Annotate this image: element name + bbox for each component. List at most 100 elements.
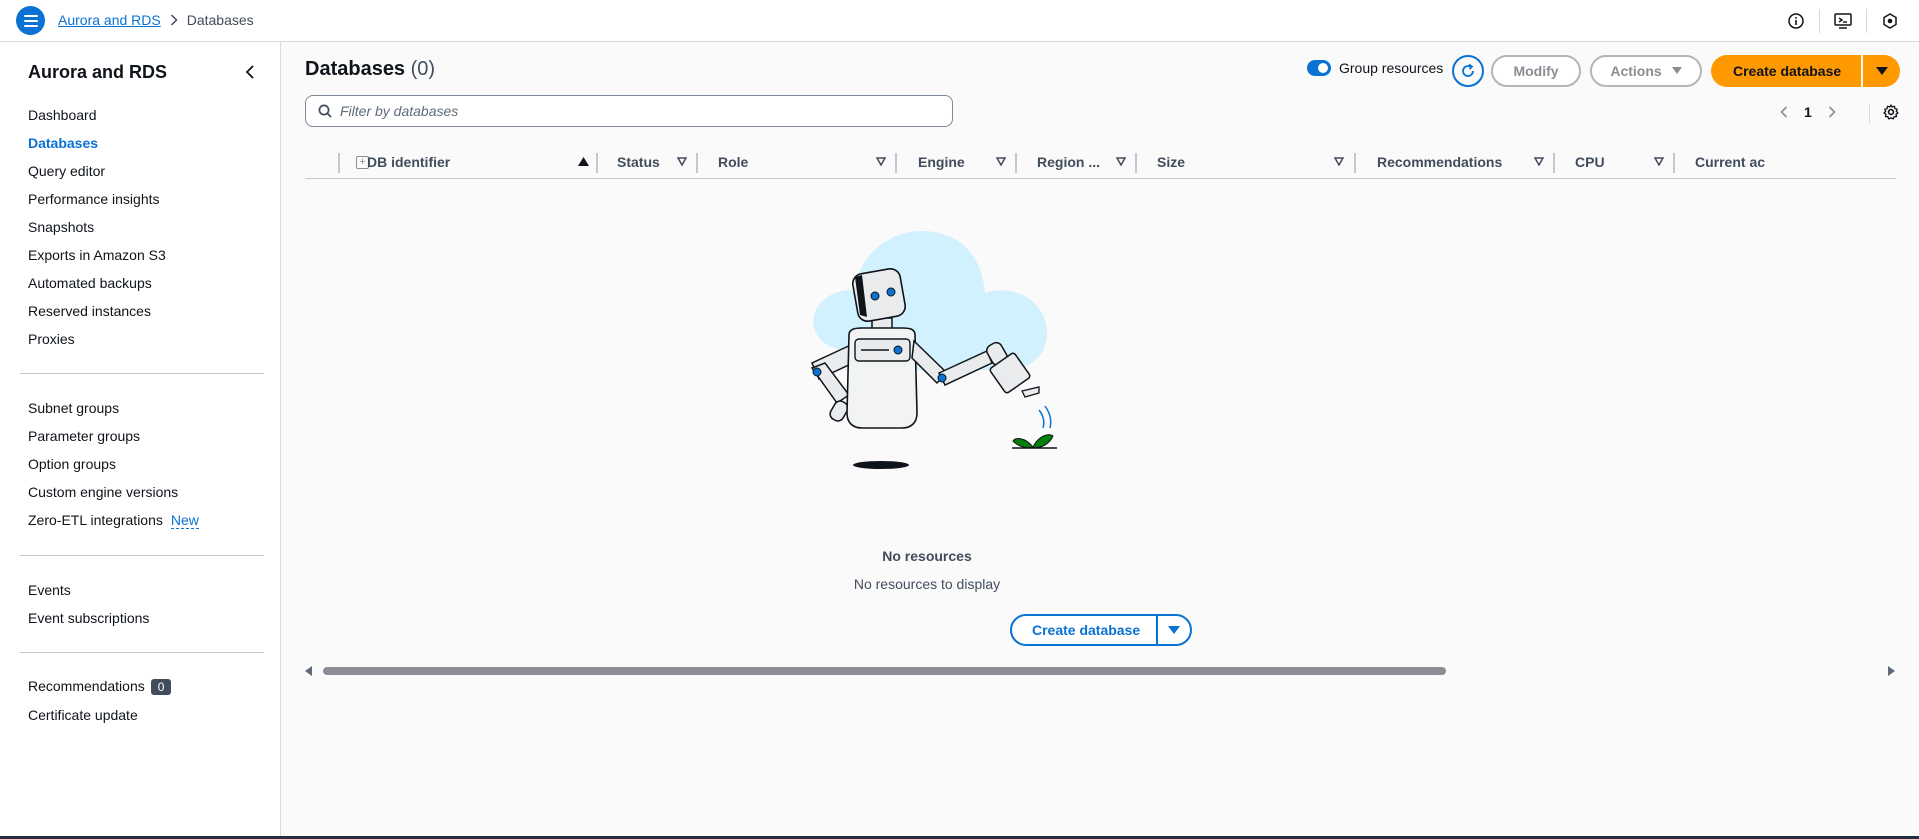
side-navigation: Aurora and RDS Dashboard Databases Query… (0, 42, 281, 839)
sidebar-divider (20, 555, 264, 556)
sidebar-item-databases[interactable]: Databases (28, 135, 98, 151)
caret-down-icon (1671, 67, 1682, 74)
scroll-left-icon[interactable] (305, 666, 313, 676)
sidebar-item-custom-engine-versions[interactable]: Custom engine versions (28, 484, 178, 500)
hamburger-menu-button[interactable] (16, 6, 45, 35)
chevron-right-icon (170, 14, 178, 26)
column-region[interactable]: Region ... (1037, 145, 1107, 179)
group-resources-toggle[interactable]: Group resources (1307, 60, 1443, 76)
search-icon (318, 104, 332, 118)
sort-icon[interactable] (1334, 157, 1344, 166)
column-divider (1553, 153, 1555, 173)
gear-icon (1883, 104, 1899, 120)
horizontal-scrollbar[interactable] (305, 664, 1896, 678)
table-header: + DB identifier Status Role Engine Regio… (305, 145, 1896, 179)
sidebar-title[interactable]: Aurora and RDS (28, 62, 167, 83)
column-divider (596, 153, 598, 173)
scrollbar-thumb[interactable] (323, 667, 1446, 675)
empty-state-title: No resources (882, 548, 972, 564)
breadcrumb-current: Databases (186, 12, 254, 28)
new-badge[interactable]: New (170, 512, 199, 529)
sidebar-item-label: Recommendations (28, 678, 145, 694)
refresh-button[interactable] (1452, 55, 1484, 87)
filter-databases-input[interactable] (340, 103, 900, 119)
settings-hex-icon[interactable] (1879, 10, 1901, 32)
column-size[interactable]: Size (1157, 145, 1307, 179)
column-divider (1354, 153, 1356, 173)
filter-box (305, 95, 953, 127)
sidebar-item-recommendations[interactable]: Recommendations 0 (28, 678, 172, 695)
sort-icon[interactable] (677, 157, 687, 166)
caret-down-icon (1168, 625, 1181, 634)
sidebar-item-option-groups[interactable]: Option groups (28, 456, 116, 472)
sort-icon[interactable] (1654, 157, 1664, 166)
chevron-right-icon (1828, 106, 1836, 118)
sidebar-item-dashboard[interactable]: Dashboard (28, 107, 97, 123)
divider (1819, 9, 1820, 33)
toggle-switch[interactable] (1307, 60, 1331, 76)
robot-watering-plant-illustration (810, 231, 1057, 469)
column-divider (1135, 153, 1137, 173)
sidebar-item-events[interactable]: Events (28, 582, 71, 598)
top-utility-icons (1785, 0, 1919, 42)
column-cpu[interactable]: CPU (1575, 145, 1645, 179)
sidebar-item-automated-backups[interactable]: Automated backups (28, 275, 152, 291)
empty-create-database-button[interactable]: Create database (1012, 616, 1159, 644)
sort-icon[interactable] (1534, 157, 1544, 166)
column-divider (1673, 153, 1675, 173)
page-title-text: Databases (305, 58, 406, 80)
sidebar-item-performance-insights[interactable]: Performance insights (28, 191, 160, 207)
sidebar-item-subnet-groups[interactable]: Subnet groups (28, 400, 119, 416)
column-engine[interactable]: Engine (918, 145, 988, 179)
sort-icon[interactable] (996, 157, 1006, 166)
refresh-icon (1462, 63, 1474, 77)
breadcrumb-root-link[interactable]: Aurora and RDS (58, 12, 161, 28)
feedback-screen-icon[interactable] (1832, 10, 1854, 32)
top-navigation: Aurora and RDS Databases (0, 0, 1919, 42)
create-database-dropdown[interactable] (1863, 55, 1901, 87)
sidebar-item-event-subscriptions[interactable]: Event subscriptions (28, 610, 149, 626)
next-page-button[interactable] (1820, 100, 1844, 124)
column-recommendations[interactable]: Recommendations (1377, 145, 1527, 179)
sort-ascending-icon[interactable] (578, 157, 589, 166)
sidebar-item-proxies[interactable]: Proxies (28, 331, 75, 347)
previous-page-button[interactable] (1772, 100, 1796, 124)
table-preferences-button[interactable] (1880, 101, 1902, 123)
count-badge: 0 (150, 679, 172, 695)
column-db-identifier[interactable]: DB identifier (367, 145, 567, 179)
main-content: Databases (0) Group resources Modify Act… (282, 43, 1919, 839)
scroll-right-icon[interactable] (1888, 666, 1896, 676)
collapse-sidebar-button[interactable] (240, 62, 260, 82)
sidebar-item-parameter-groups[interactable]: Parameter groups (28, 428, 140, 444)
sidebar-item-exports-s3[interactable]: Exports in Amazon S3 (28, 247, 166, 263)
sort-icon[interactable] (876, 157, 886, 166)
caret-down-icon (1875, 66, 1888, 75)
column-current-activity[interactable]: Current act (1695, 145, 1765, 179)
sidebar-item-zero-etl[interactable]: Zero-ETL integrations New (28, 512, 199, 529)
actions-dropdown-button[interactable]: Actions (1590, 55, 1702, 87)
column-divider (338, 153, 340, 173)
empty-create-database-dropdown[interactable] (1158, 616, 1190, 644)
sidebar-item-reserved-instances[interactable]: Reserved instances (28, 303, 151, 319)
info-icon[interactable] (1785, 10, 1807, 32)
sidebar-item-certificate-update[interactable]: Certificate update (28, 707, 138, 723)
create-database-button[interactable]: Create database (1711, 55, 1862, 87)
sidebar-item-query-editor[interactable]: Query editor (28, 163, 105, 179)
divider (1866, 9, 1867, 33)
chevron-left-icon (245, 65, 254, 79)
modify-button[interactable]: Modify (1491, 55, 1581, 87)
pagination: 1 (1772, 100, 1844, 124)
sidebar-item-snapshots[interactable]: Snapshots (28, 219, 94, 235)
sort-icon[interactable] (1116, 157, 1126, 166)
breadcrumb: Aurora and RDS Databases (58, 12, 254, 28)
page-number[interactable]: 1 (1804, 104, 1812, 120)
sidebar-item-label: Zero-ETL integrations (28, 512, 163, 528)
create-database-split-button: Create database (1711, 55, 1901, 87)
hamburger-icon (23, 14, 38, 27)
sidebar-divider (20, 652, 264, 653)
chevron-left-icon (1780, 106, 1788, 118)
column-role[interactable]: Role (718, 145, 868, 179)
divider (1869, 103, 1870, 123)
sidebar-divider (20, 373, 264, 374)
page-title: Databases (0) (305, 58, 435, 81)
